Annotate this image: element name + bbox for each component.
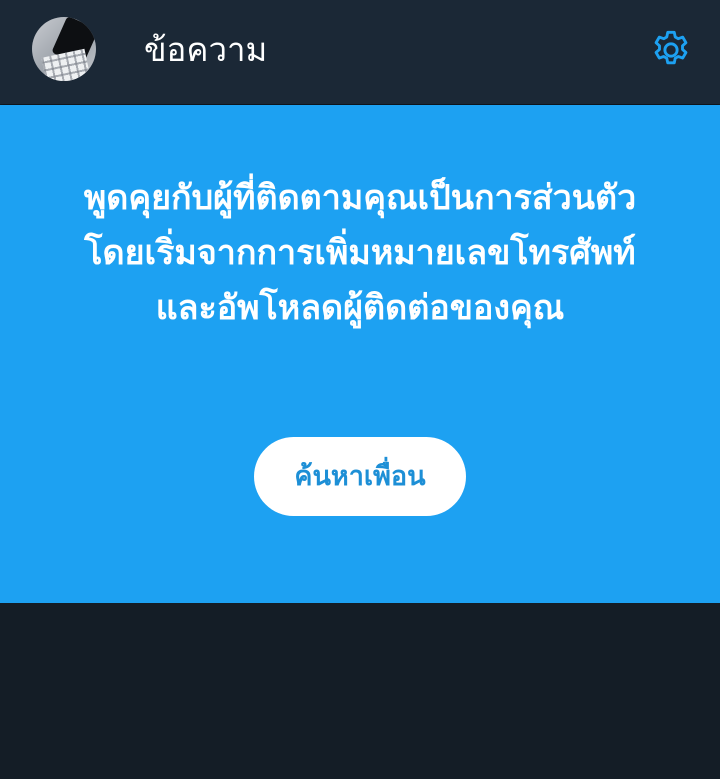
page-title: ข้อความ [144, 30, 268, 69]
top-app-bar: ข้อความ [0, 0, 720, 104]
gear-icon[interactable] [648, 27, 694, 73]
profile-avatar[interactable] [32, 17, 96, 81]
banner-message: พูดคุยกับผู้ที่ติดตามคุณเป็นการส่วนตัว โ… [83, 178, 637, 328]
find-friends-banner: พูดคุยกับผู้ที่ติดตามคุณเป็นการส่วนตัว โ… [0, 105, 720, 603]
messages-screen: ข้อความ พูดคุยกับผู้ที่ติดตามคุณเป็นการส… [0, 0, 720, 779]
avatar-photo-pattern [41, 48, 91, 81]
find-friends-button[interactable]: ค้นหาเพื่อน [254, 437, 466, 516]
